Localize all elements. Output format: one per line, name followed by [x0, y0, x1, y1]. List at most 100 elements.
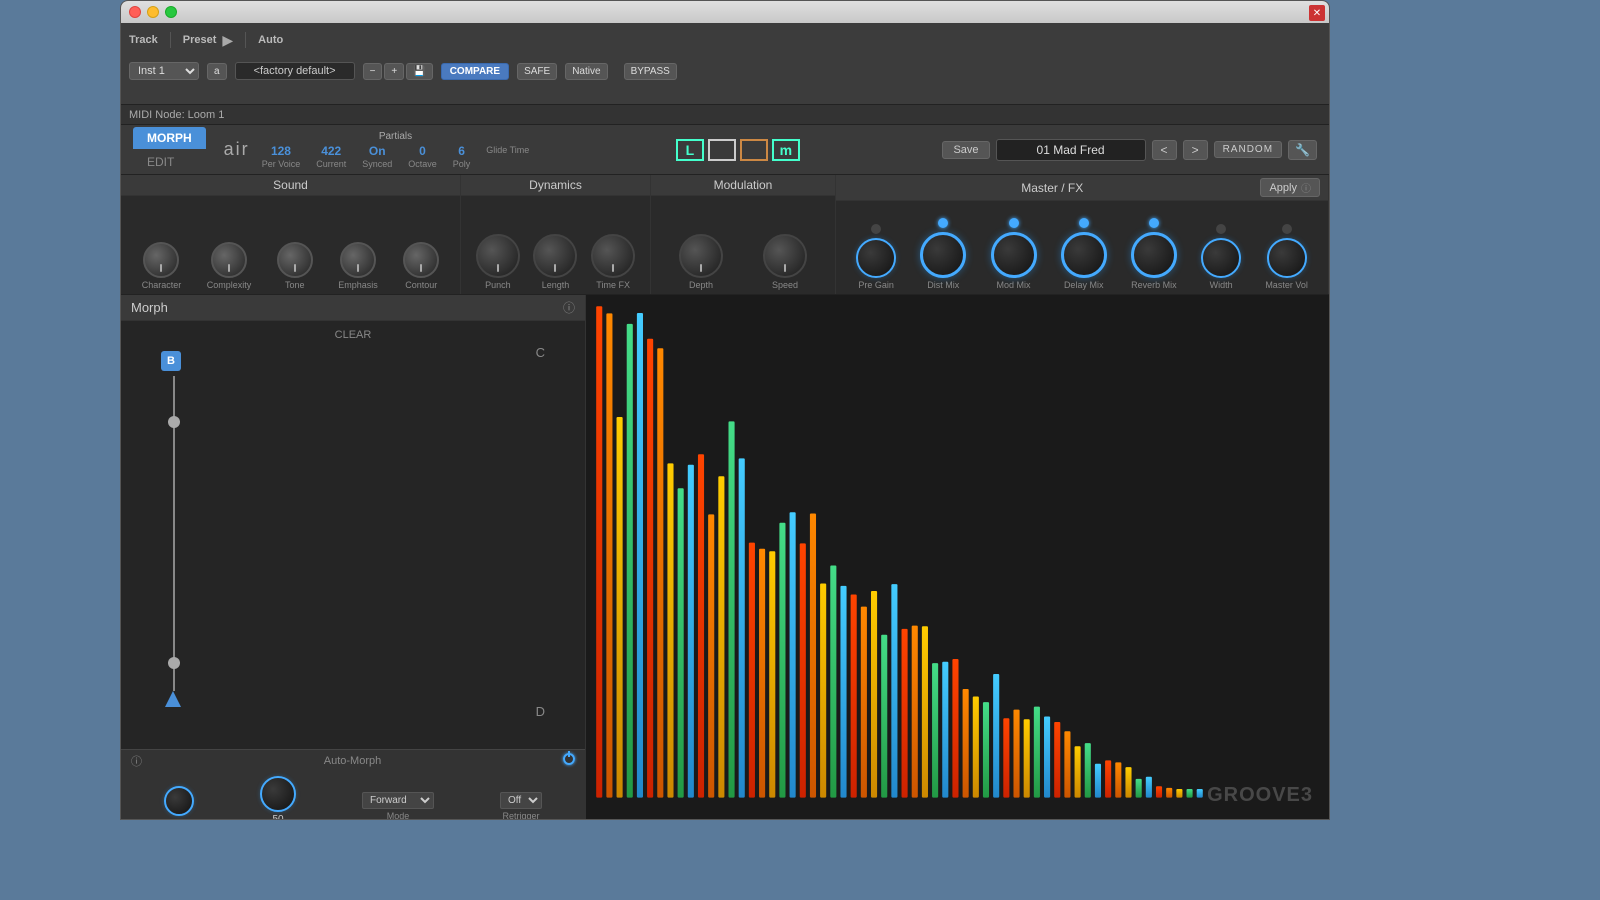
random-button[interactable]: RANDOM: [1214, 141, 1282, 158]
timefx-knob-group: Time FX: [591, 234, 635, 290]
emphasis-knob[interactable]: [340, 242, 376, 278]
contour-knob[interactable]: [403, 242, 439, 278]
mastervol-label: Master Vol: [1265, 280, 1308, 290]
preset-arrow-icon: ▶: [222, 32, 233, 49]
modmix-knob[interactable]: [991, 232, 1037, 278]
reverbmix-led: [1149, 218, 1159, 228]
spectrum-panel: GROOVE3: [586, 295, 1329, 819]
am-speed-knob[interactable]: [260, 776, 296, 812]
pregain-knob[interactable]: [856, 238, 896, 278]
auto-morph-section: ⓘ Auto-Morph Sync 50: [121, 749, 585, 819]
partials-title: Partials: [379, 131, 412, 142]
sound-knobs-row: Character Complexity Tone Emphasis: [121, 196, 460, 294]
window-close-btn[interactable]: ✕: [1309, 5, 1325, 21]
contour-label: Contour: [405, 280, 437, 290]
mode-select[interactable]: Forward Backward Bounce: [362, 792, 434, 809]
next-preset-button[interactable]: >: [1183, 140, 1208, 160]
auto-morph-title: Auto-Morph: [324, 755, 381, 767]
midi-node-bar: MIDI Node: Loom 1: [121, 105, 1329, 125]
minimize-button[interactable]: [147, 6, 159, 18]
preset-plus-btn[interactable]: +: [384, 63, 404, 80]
modulation-knobs-row: Depth Speed: [651, 196, 835, 294]
sync-icon[interactable]: [164, 786, 194, 816]
compare-button[interactable]: COMPARE: [441, 63, 509, 80]
morph-tab[interactable]: MORPH: [133, 127, 206, 149]
dynamics-knobs-row: Punch Length Time FX: [461, 196, 650, 294]
depth-knob-group: Depth: [679, 234, 723, 290]
retrigger-control: Off On Retrigger: [500, 792, 542, 819]
morph-handle-top[interactable]: [168, 416, 180, 428]
inst-select[interactable]: Inst 1: [129, 62, 199, 80]
mastervol-led: [1282, 224, 1292, 234]
complexity-knob-group: Complexity: [207, 242, 252, 290]
emphasis-knob-group: Emphasis: [338, 242, 378, 290]
save-button[interactable]: Save: [942, 141, 989, 159]
toolbar: Track Preset ▶ Auto Inst 1 a <factory de…: [121, 23, 1329, 105]
partials-values: 128 Per Voice 422 Current On Synced 0 Oc…: [262, 144, 530, 169]
distmix-knob[interactable]: [920, 232, 966, 278]
pin-button[interactable]: 🔧: [1288, 140, 1317, 160]
safe-button[interactable]: SAFE: [517, 63, 557, 80]
character-knob-group: Character: [142, 242, 182, 290]
spectrum-svg: [586, 295, 1329, 819]
groove3-watermark: GROOVE3: [1207, 784, 1313, 807]
speed-label: Speed: [772, 280, 798, 290]
character-knob[interactable]: [143, 242, 179, 278]
tone-label: Tone: [285, 280, 305, 290]
mode-label: Mode: [387, 811, 410, 819]
edit-tab[interactable]: EDIT: [133, 151, 206, 173]
morph-canvas[interactable]: B C D: [121, 321, 585, 749]
preset-section: Preset ▶: [183, 32, 233, 49]
length-label: Length: [542, 280, 570, 290]
native-button[interactable]: Native: [565, 63, 607, 80]
maximize-button[interactable]: [165, 6, 177, 18]
tone-knob[interactable]: [277, 242, 313, 278]
master-fx-header: Master / FX Apply ⓘ: [836, 175, 1328, 201]
complexity-knob[interactable]: [211, 242, 247, 278]
auto-morph-power-icon[interactable]: [563, 752, 575, 770]
morph-point-d[interactable]: D: [536, 704, 545, 719]
partials-bar: MORPH EDIT air Partials 128 Per Voice 42…: [121, 125, 1329, 175]
preset-minus-btn[interactable]: −: [363, 63, 383, 80]
speed-knob[interactable]: [763, 234, 807, 278]
bypass-button[interactable]: BYPASS: [624, 63, 677, 80]
reverbmix-knob[interactable]: [1131, 232, 1177, 278]
delaymix-label: Delay Mix: [1064, 280, 1104, 290]
master-fx-title: Master / FX: [844, 181, 1260, 195]
morph-panel-header: Morph ⓘ: [121, 295, 585, 321]
mastervol-knob[interactable]: [1267, 238, 1307, 278]
morph-point-b[interactable]: B: [161, 351, 181, 371]
distmix-label: Dist Mix: [927, 280, 959, 290]
morph-point-a[interactable]: [163, 689, 183, 714]
loom-letter-o1: [708, 139, 736, 161]
loom-logo: L m: [676, 139, 800, 161]
inst-option-btn[interactable]: a: [207, 63, 227, 80]
distmix-led: [938, 218, 948, 228]
morph-point-c[interactable]: C: [536, 345, 545, 360]
timefx-knob[interactable]: [591, 234, 635, 278]
sound-panel-header: Sound: [121, 175, 460, 196]
morph-handle-bottom[interactable]: [168, 657, 180, 669]
prev-preset-button[interactable]: <: [1152, 140, 1177, 160]
auto-morph-header: ⓘ Auto-Morph: [121, 750, 585, 772]
panels-row: Sound Character Complexity Tone: [121, 175, 1329, 295]
pval-current: 422 Current: [316, 144, 346, 169]
morph-info-button[interactable]: ⓘ: [563, 299, 575, 316]
reverbmix-knob-group: Reverb Mix: [1131, 218, 1177, 290]
retrigger-select[interactable]: Off On: [500, 792, 542, 809]
apply-button[interactable]: Apply ⓘ: [1260, 178, 1320, 197]
width-knob[interactable]: [1201, 238, 1241, 278]
punch-knob[interactable]: [476, 234, 520, 278]
width-led: [1216, 224, 1226, 234]
length-knob[interactable]: [533, 234, 577, 278]
close-button[interactable]: [129, 6, 141, 18]
delaymix-knob[interactable]: [1061, 232, 1107, 278]
depth-knob[interactable]: [679, 234, 723, 278]
dynamics-panel-header: Dynamics: [461, 175, 650, 196]
preset-save-btn[interactable]: 💾: [406, 63, 432, 80]
punch-label: Punch: [485, 280, 511, 290]
clear-button[interactable]: CLEAR: [335, 329, 372, 341]
depth-label: Depth: [689, 280, 713, 290]
preset-label: Preset: [183, 34, 217, 46]
auto-morph-controls: Sync 50 Speed Forward Backward Bounce: [121, 772, 585, 819]
